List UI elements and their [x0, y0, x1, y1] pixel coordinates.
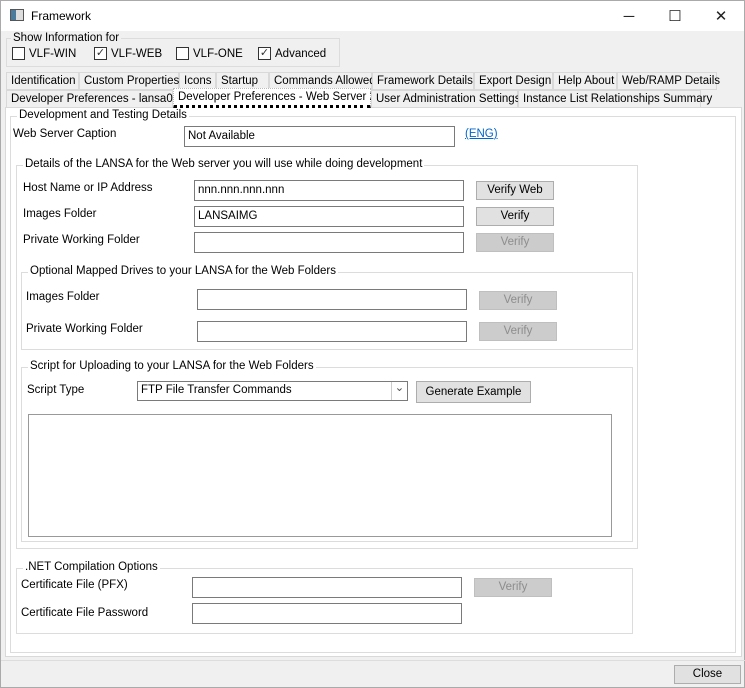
close-button[interactable]: Close — [674, 665, 741, 684]
tab-custom-properties[interactable]: Custom Properties — [79, 72, 179, 90]
caption-input[interactable]: Not Available — [184, 126, 455, 147]
script-type-value: FTP File Transfer Commands — [141, 384, 292, 396]
title-bar: Framework ─ ☐ ✕ — [1, 1, 744, 31]
group-label: .NET Compilation Options — [23, 561, 160, 573]
window-title: Framework — [31, 9, 92, 23]
verify-mapped-private-button[interactable]: Verify — [479, 322, 557, 341]
script-textarea[interactable] — [28, 414, 612, 537]
mapped-images-input[interactable] — [197, 289, 467, 310]
cert-password-input[interactable] — [192, 603, 462, 624]
cert-file-label: Certificate File (PFX) — [21, 579, 128, 591]
tab-web-ramp-details[interactable]: Web/RAMP Details — [617, 72, 720, 90]
checkbox-box[interactable] — [176, 47, 189, 60]
check-icon[interactable]: ✓ — [94, 47, 107, 60]
verify-web-button[interactable]: Verify Web — [476, 181, 554, 200]
tab-export-design[interactable]: Export Design — [474, 72, 553, 90]
tab-dev-prefs-lansa07[interactable]: Developer Preferences - lansa07 — [6, 90, 179, 108]
host-label: Host Name or IP Address — [23, 182, 153, 194]
tab-user-admin-settings[interactable]: User Administration Settings — [371, 90, 520, 108]
checkbox-advanced[interactable]: ✓ Advanced — [258, 47, 326, 60]
caption-label: Web Server Caption — [13, 128, 117, 140]
close-window-button[interactable]: ✕ — [698, 1, 744, 31]
cert-password-label: Certificate File Password — [21, 607, 149, 619]
checkbox-label: VLF-WIN — [29, 47, 77, 60]
checkbox-label: VLF-WEB — [111, 47, 163, 60]
mapped-private-input[interactable] — [197, 321, 467, 342]
mapped-images-label: Images Folder — [26, 291, 100, 303]
mapped-private-label: Private Working Folder — [26, 323, 143, 335]
images-folder-label: Images Folder — [23, 208, 97, 220]
maximize-button[interactable]: ☐ — [652, 1, 698, 31]
checkbox-vlf-web[interactable]: ✓ VLF-WEB — [94, 47, 162, 60]
verify-cert-button[interactable]: Verify — [474, 578, 552, 597]
generate-example-button[interactable]: Generate Example — [416, 381, 531, 403]
group-label: Optional Mapped Drives to your LANSA for… — [28, 265, 338, 277]
tab-instance-list-relationships[interactable]: Instance List Relationships Summary — [518, 90, 712, 108]
verify-images-button[interactable]: Verify — [476, 207, 554, 226]
chevron-down-icon[interactable]: ⌄ — [391, 382, 407, 400]
script-type-select[interactable]: FTP File Transfer Commands ⌄ — [137, 381, 408, 401]
verify-mapped-images-button[interactable]: Verify — [479, 291, 557, 310]
group-label: Script for Uploading to your LANSA for t… — [28, 360, 316, 372]
checkbox-label: Advanced — [275, 47, 327, 60]
host-input[interactable]: nnn.nnn.nnn.nnn — [194, 180, 464, 201]
checkbox-vlf-win[interactable]: VLF-WIN — [12, 47, 76, 60]
private-folder-label: Private Working Folder — [23, 234, 140, 246]
group-label: Development and Testing Details — [17, 109, 189, 121]
checkbox-label: VLF-ONE — [193, 47, 243, 60]
language-link[interactable]: (ENG) — [465, 128, 498, 140]
check-icon[interactable]: ✓ — [258, 47, 271, 60]
private-folder-input[interactable] — [194, 232, 464, 253]
verify-private-button[interactable]: Verify — [476, 233, 554, 252]
group-label: Details of the LANSA for the Web server … — [23, 158, 425, 170]
tab-framework-details[interactable]: Framework Details — [372, 72, 474, 90]
tab-identification[interactable]: Identification — [6, 72, 79, 90]
checkbox-box[interactable] — [12, 47, 25, 60]
show-info-label: Show Information for — [11, 32, 122, 44]
images-folder-input[interactable]: LANSAIMG — [194, 206, 464, 227]
checkbox-vlf-one[interactable]: VLF-ONE — [176, 47, 243, 60]
footer-divider — [1, 660, 745, 661]
script-type-label: Script Type — [27, 384, 85, 396]
cert-file-input[interactable] — [192, 577, 462, 598]
minimize-button[interactable]: ─ — [606, 1, 652, 31]
app-icon — [10, 9, 24, 21]
tab-help-about[interactable]: Help About — [553, 72, 617, 90]
tab-dev-prefs-web-server-2[interactable]: Developer Preferences - Web Server 2 — [173, 88, 376, 108]
